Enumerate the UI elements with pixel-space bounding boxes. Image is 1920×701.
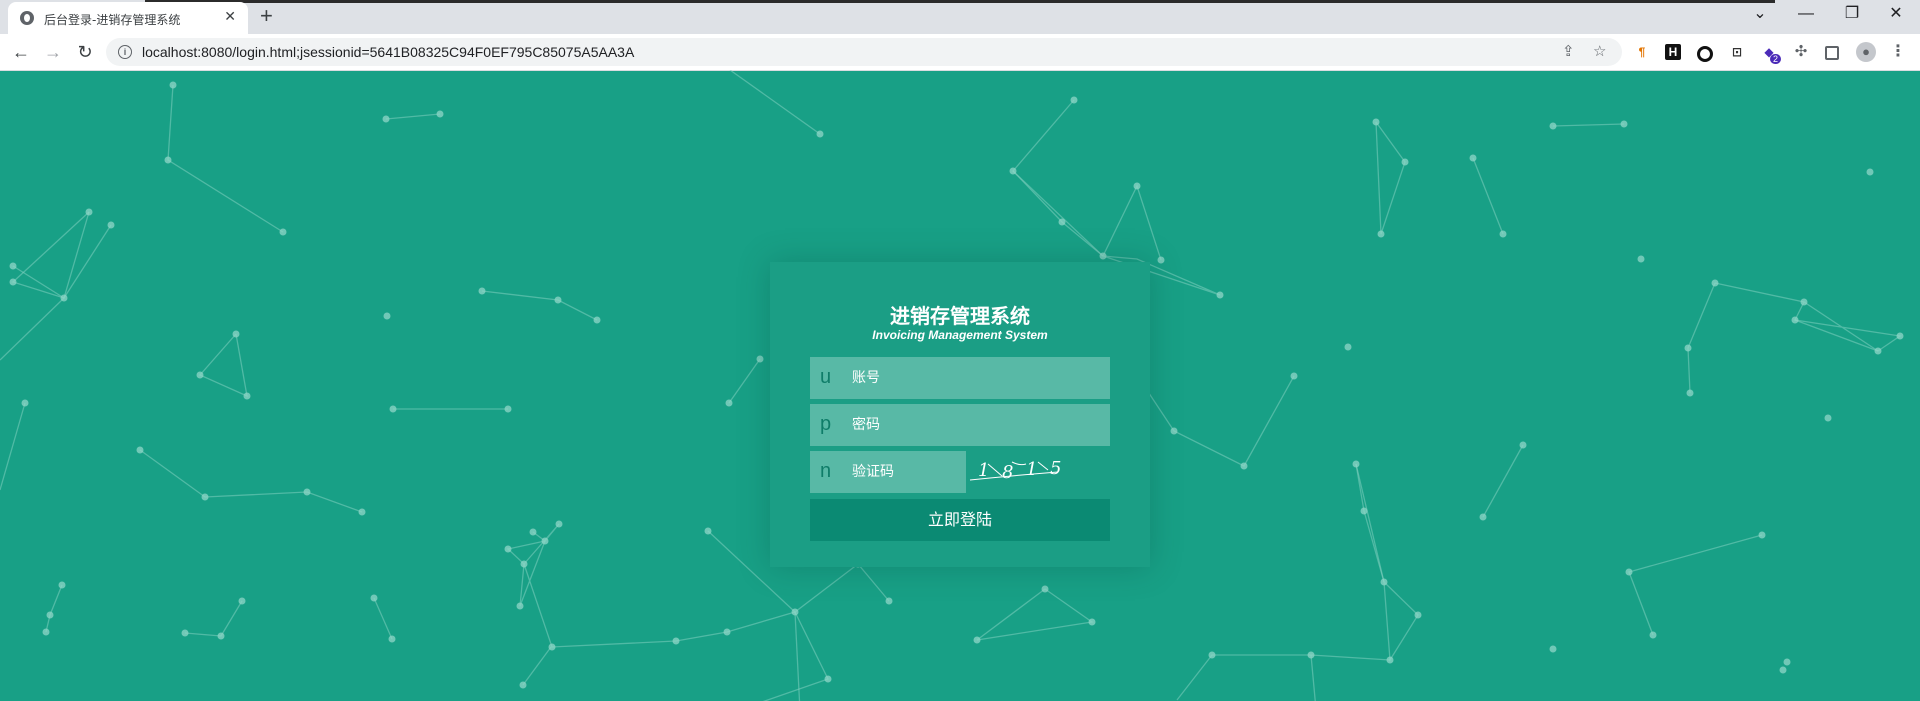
username-input[interactable]	[852, 357, 1102, 399]
profile-icon[interactable]: ●	[1856, 42, 1876, 62]
forward-button[interactable]: →	[39, 40, 67, 64]
screenshot-extension-icon[interactable]: ⊡	[1729, 44, 1745, 60]
globe-icon	[20, 11, 34, 25]
share-icon[interactable]: ⇪	[1562, 42, 1575, 60]
restore-button[interactable]: ❐	[1832, 4, 1872, 24]
captcha-char: 1	[978, 460, 989, 481]
extension-badge: 2	[1770, 54, 1782, 64]
username-field: u	[810, 357, 1110, 399]
loading-bar	[145, 0, 1775, 3]
close-window-button[interactable]: ✕	[1876, 4, 1916, 24]
reload-button[interactable]: ↻	[71, 40, 99, 64]
captcha-char: 8	[1002, 462, 1013, 483]
address-bar[interactable]: i localhost:8080/login.html;jsessionid=5…	[106, 38, 1622, 66]
circle-extension-icon[interactable]	[1697, 46, 1713, 62]
info-icon[interactable]: i	[118, 45, 132, 59]
user-icon: u	[820, 366, 832, 388]
sidebar-icon[interactable]	[1825, 46, 1839, 60]
back-button[interactable]: ←	[7, 40, 35, 64]
captcha-input[interactable]	[852, 451, 960, 493]
menu-icon[interactable]: ⋮	[1890, 44, 1906, 60]
browser-tab-strip: 后台登录-进销存管理系统 ✕ + ⌄ — ❐ ✕	[0, 0, 1920, 34]
tab-search-icon[interactable]: ⌄	[1740, 4, 1780, 24]
captcha-image[interactable]: 1 8 1 5	[968, 450, 1088, 492]
password-icon: p	[820, 413, 832, 435]
captcha-icon: n	[820, 460, 832, 482]
password-field: p	[810, 404, 1110, 446]
browser-tab[interactable]: 后台登录-进销存管理系统 ✕	[8, 2, 248, 34]
system-subtitle: Invoicing Management System	[872, 328, 1048, 342]
login-card: 进销存管理系统 Invoicing Management System u p …	[770, 262, 1150, 567]
minimize-button[interactable]: —	[1786, 4, 1826, 24]
h-extension-icon[interactable]: H	[1665, 44, 1681, 60]
new-tab-button[interactable]: +	[260, 4, 273, 28]
login-button[interactable]: 立即登陆	[810, 499, 1110, 541]
system-title: 进销存管理系统	[890, 304, 1030, 328]
tab-close-icon[interactable]: ✕	[224, 8, 236, 25]
captcha-field: n	[810, 451, 966, 493]
password-input[interactable]	[852, 404, 1102, 446]
pilcrow-extension-icon[interactable]: ¶	[1634, 44, 1650, 60]
url-text[interactable]: localhost:8080/login.html;jsessionid=564…	[142, 44, 634, 60]
browser-toolbar: ← → ↻ i localhost:8080/login.html;jsessi…	[0, 34, 1920, 71]
extensions-icon[interactable]: ✣	[1793, 44, 1809, 60]
tab-title: 后台登录-进销存管理系统	[44, 13, 181, 27]
captcha-char: 1	[1026, 459, 1037, 480]
captcha-char: 5	[1050, 458, 1061, 479]
star-icon[interactable]: ☆	[1593, 42, 1606, 60]
